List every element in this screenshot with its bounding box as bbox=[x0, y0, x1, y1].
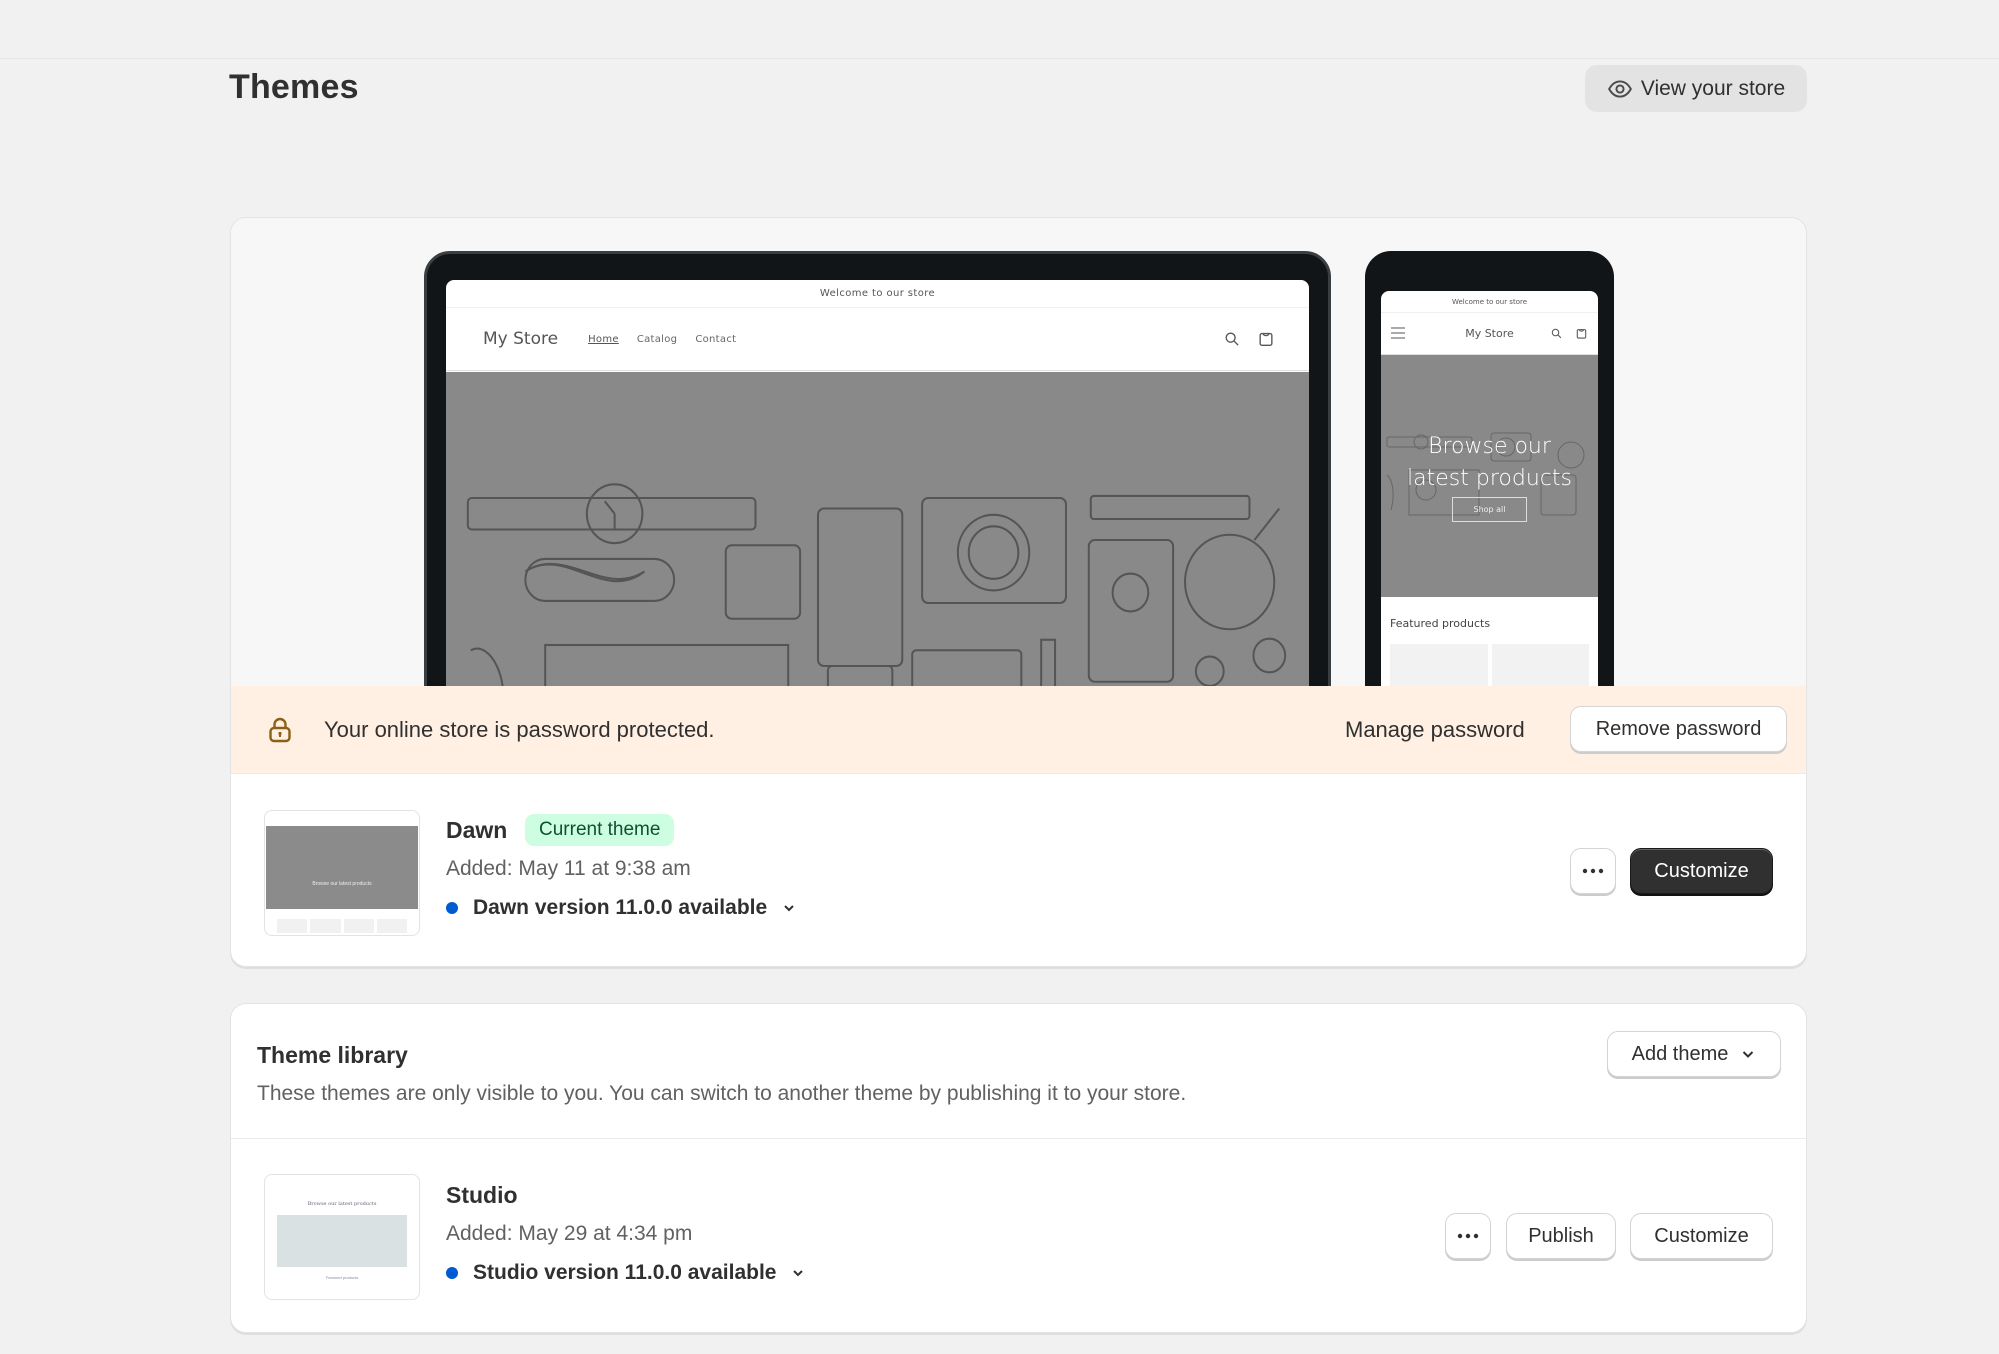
store-nav-home: Home bbox=[588, 333, 619, 345]
desktop-preview-frame: Welcome to our store My Store Home Catal… bbox=[424, 251, 1331, 686]
library-theme-added-date: Added: May 29 at 4:34 pm bbox=[446, 1222, 693, 1245]
chevron-down-icon bbox=[1743, 1051, 1754, 1058]
featured-grid bbox=[1390, 644, 1589, 686]
library-theme-more-actions-button[interactable] bbox=[1445, 1213, 1491, 1259]
update-available-dot bbox=[446, 1267, 458, 1279]
thumbnail-hero: Browse our latest products bbox=[266, 826, 418, 909]
mobile-preview-screen: Welcome to our store My Store Browse our… bbox=[1381, 291, 1598, 686]
mobile-preview-frame: Welcome to our store My Store Browse our… bbox=[1365, 251, 1614, 686]
store-nav-contact: Contact bbox=[695, 333, 737, 345]
menu-icon bbox=[1391, 327, 1405, 339]
page-title: Themes bbox=[229, 68, 359, 106]
top-bar-divider bbox=[0, 58, 1999, 59]
search-icon bbox=[1551, 328, 1562, 339]
mobile-announcement-bar: Welcome to our store bbox=[1381, 291, 1598, 313]
library-theme-name: Studio bbox=[446, 1182, 518, 1208]
current-theme-more-actions-button[interactable] bbox=[1570, 848, 1616, 894]
current-theme-added-date: Added: May 11 at 9:38 am bbox=[446, 857, 691, 880]
update-available-dot bbox=[446, 902, 458, 914]
current-theme-name: Dawn bbox=[446, 817, 508, 843]
thumbnail-title: Browse our latest products bbox=[307, 1201, 377, 1207]
studio-theme-thumbnail[interactable]: Browse our latest products Featured prod… bbox=[264, 1174, 420, 1300]
current-theme-version-notice[interactable]: Dawn version 11.0.0 available bbox=[446, 896, 797, 920]
remove-password-button[interactable]: Remove password bbox=[1570, 706, 1787, 752]
mobile-hero: Browse our latest products Shop all bbox=[1381, 355, 1598, 597]
thumbnail-hero-text: Browse our latest products bbox=[312, 881, 372, 887]
library-theme-row: Browse our latest products Featured prod… bbox=[231, 1174, 1806, 1304]
store-nav-catalog: Catalog bbox=[636, 333, 678, 345]
store-name: My Store bbox=[483, 329, 559, 349]
library-divider bbox=[231, 1138, 1806, 1139]
current-theme-customize-button[interactable]: Customize bbox=[1630, 848, 1773, 894]
mobile-shop-all-button: Shop all bbox=[1452, 496, 1527, 522]
theme-preview[interactable]: Welcome to our store My Store Home Catal… bbox=[231, 218, 1806, 686]
publish-button[interactable]: Publish bbox=[1506, 1213, 1616, 1259]
cart-icon bbox=[1576, 329, 1587, 339]
chevron-down-icon bbox=[784, 905, 794, 912]
thumbnail-products bbox=[277, 919, 407, 933]
current-theme-card: Welcome to our store My Store Home Catal… bbox=[230, 217, 1807, 967]
current-theme-badge: Current theme bbox=[525, 814, 675, 846]
theme-library-description: These themes are only visible to you. Yo… bbox=[257, 1082, 1187, 1105]
lock-icon bbox=[269, 717, 291, 743]
dawn-theme-thumbnail[interactable]: Browse our latest products bbox=[264, 810, 420, 936]
view-store-button[interactable]: View your store bbox=[1585, 65, 1807, 112]
view-store-label: View your store bbox=[1640, 76, 1786, 100]
version-notice-text: Dawn version 11.0.0 available bbox=[473, 896, 768, 919]
mobile-hero-title-line2: latest products bbox=[1407, 465, 1572, 491]
mobile-store-name: My Store bbox=[1465, 327, 1514, 340]
add-theme-label: Add theme bbox=[1631, 1042, 1729, 1065]
announcement-bar: Welcome to our store bbox=[446, 280, 1309, 308]
hero-illustration bbox=[446, 372, 1309, 686]
cart-icon bbox=[1259, 332, 1273, 346]
manage-password-button[interactable]: Manage password bbox=[1345, 717, 1525, 743]
theme-library-card: Theme library These themes are only visi… bbox=[230, 1003, 1807, 1333]
add-theme-button[interactable]: Add theme bbox=[1607, 1031, 1781, 1077]
library-theme-customize-button[interactable]: Customize bbox=[1630, 1213, 1773, 1259]
mobile-featured-products: Featured products bbox=[1381, 597, 1598, 686]
featured-heading: Featured products bbox=[1390, 617, 1491, 630]
search-icon bbox=[1225, 332, 1239, 346]
more-horizontal-icon bbox=[1582, 868, 1604, 874]
more-horizontal-icon bbox=[1457, 1233, 1479, 1239]
version-notice-text: Studio version 11.0.0 available bbox=[473, 1261, 777, 1284]
mobile-store-header: My Store bbox=[1381, 313, 1598, 355]
library-theme-version-notice[interactable]: Studio version 11.0.0 available bbox=[446, 1261, 806, 1285]
theme-library-title: Theme library bbox=[257, 1042, 408, 1068]
password-message: Your online store is password protected. bbox=[324, 717, 715, 742]
store-header: My Store Home Catalog Contact bbox=[446, 308, 1309, 371]
desktop-preview-screen: Welcome to our store My Store Home Catal… bbox=[446, 280, 1309, 686]
thumbnail-hero bbox=[277, 1215, 407, 1267]
thumbnail-featured: Featured products bbox=[325, 1275, 359, 1280]
mobile-hero-title: Browse our latest products bbox=[1407, 431, 1572, 495]
password-protected-banner: Your online store is password protected.… bbox=[231, 686, 1806, 774]
mobile-hero-title-line1: Browse our bbox=[1428, 433, 1551, 459]
chevron-down-icon bbox=[793, 1270, 804, 1277]
eye-icon bbox=[1607, 79, 1632, 98]
